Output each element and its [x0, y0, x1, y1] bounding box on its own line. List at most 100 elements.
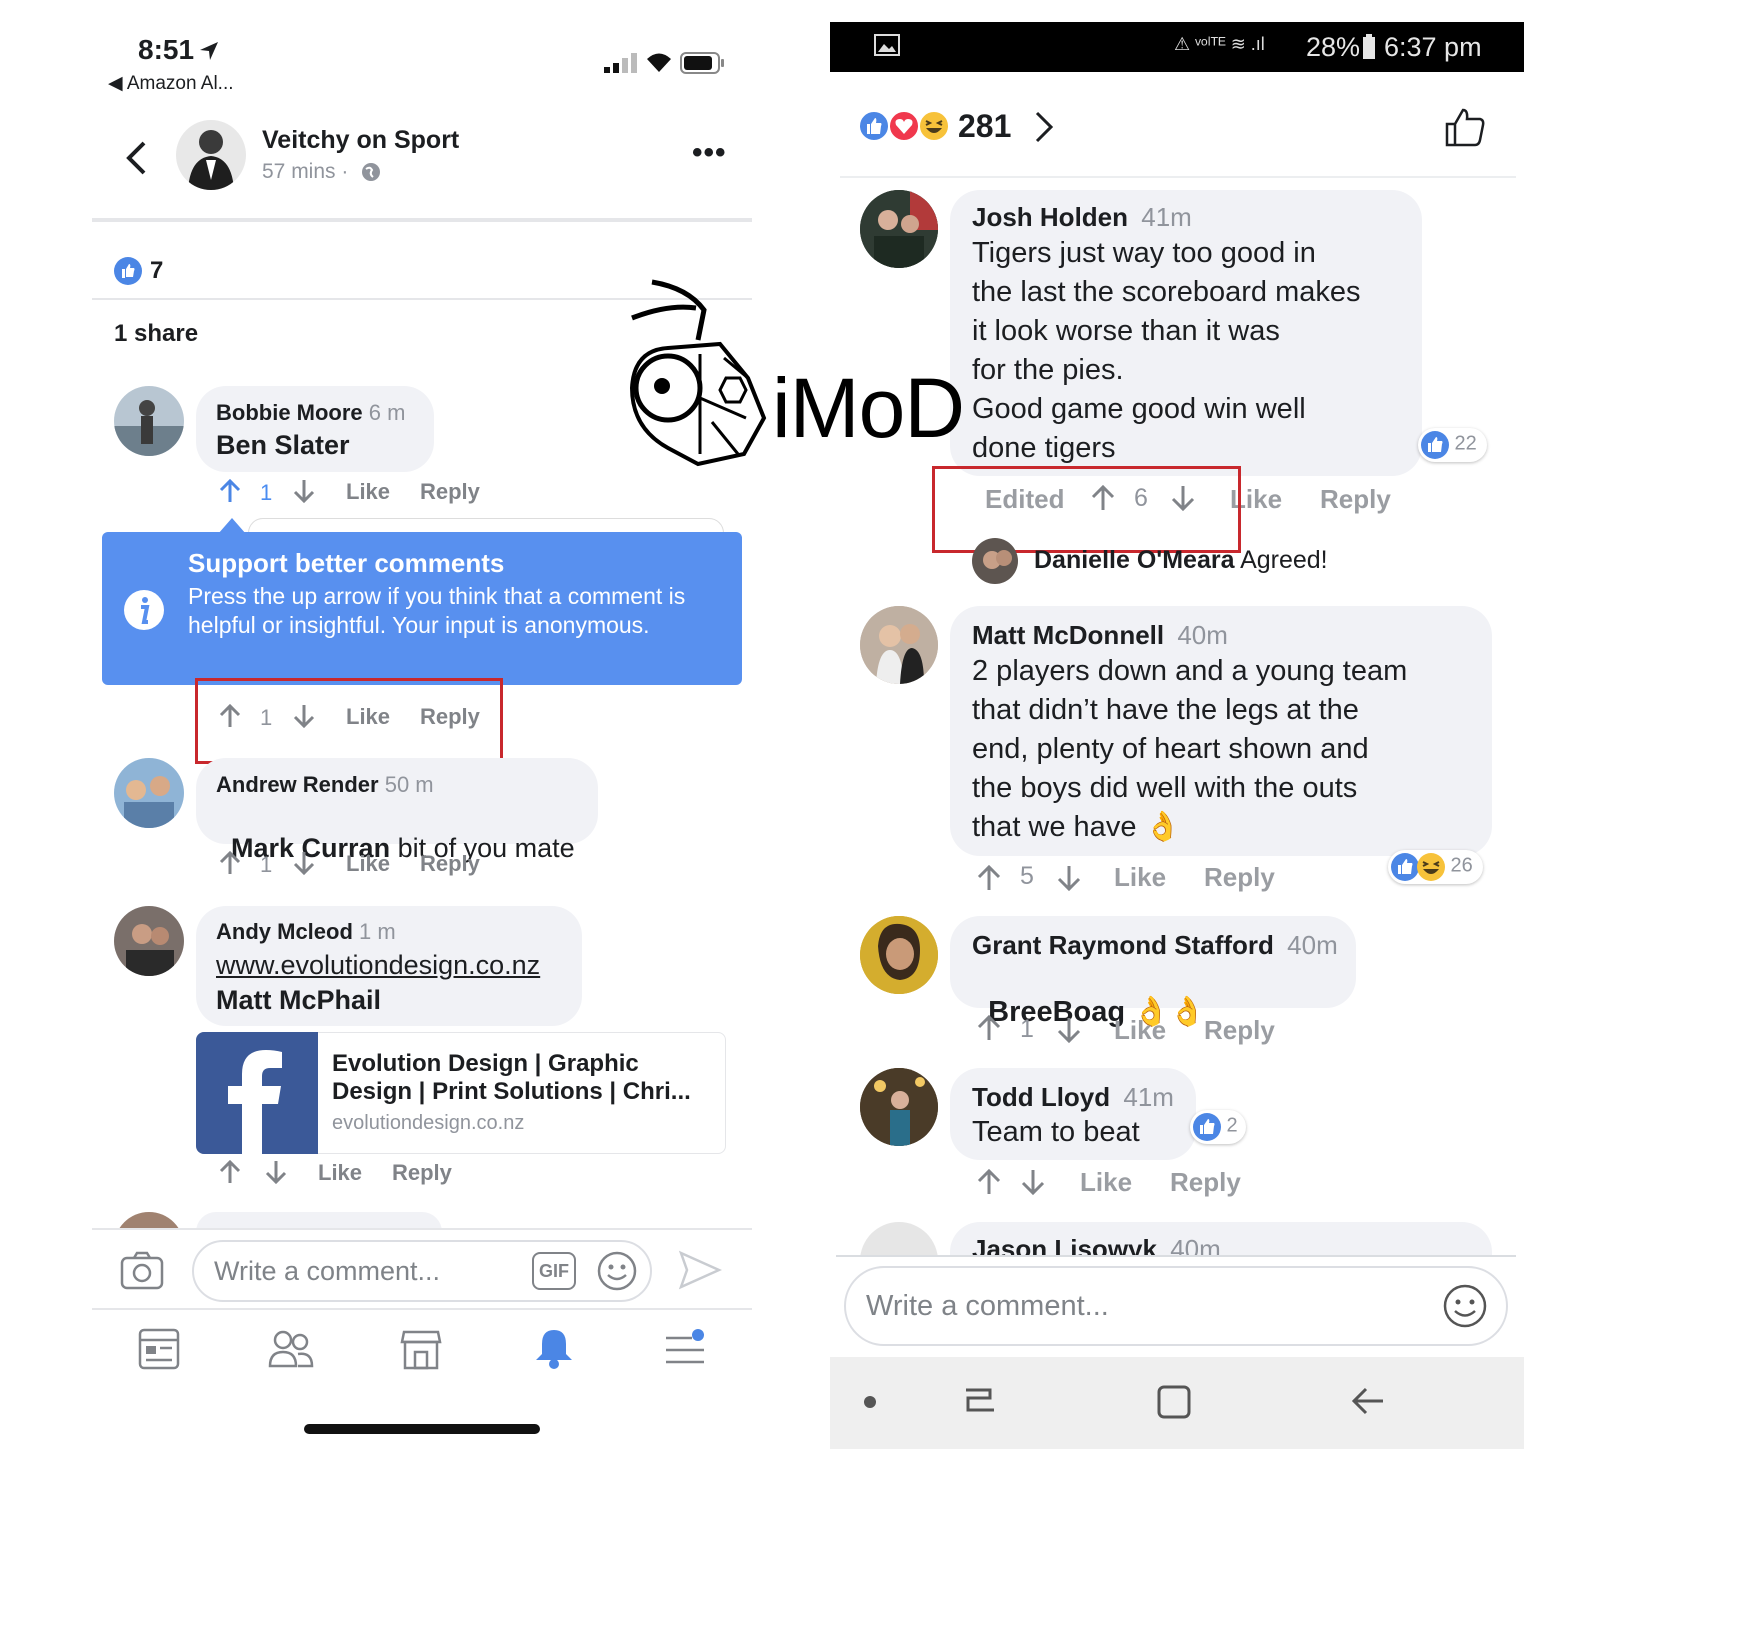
comment-placeholder: Write a comment...	[866, 1290, 1109, 1322]
comment-time: 40m	[1177, 620, 1228, 650]
comment-time: 41m	[1123, 1082, 1174, 1112]
like-action[interactable]: Like	[1114, 1015, 1166, 1046]
commenter-name[interactable]: Grant Raymond Stafford 40m	[972, 930, 1338, 961]
commenter-avatar[interactable]	[114, 386, 184, 456]
like-action[interactable]: Like	[318, 1160, 362, 1186]
reply-action[interactable]: Reply	[420, 851, 480, 877]
reply-action[interactable]: Reply	[1204, 1015, 1275, 1046]
watermark-text: iMoD	[772, 361, 965, 455]
commenter-name[interactable]: Bobbie Moore 6 m	[216, 400, 405, 426]
back-chevron-icon[interactable]	[124, 140, 148, 176]
like-reaction-icon	[1420, 430, 1450, 460]
commenter-avatar[interactable]	[860, 190, 938, 268]
upvote-icon[interactable]	[976, 864, 1002, 892]
upvote-icon[interactable]	[218, 1159, 242, 1185]
upvote-icon[interactable]	[218, 850, 242, 876]
tooltip-body: Press the up arrow if you think that a c…	[188, 583, 686, 638]
page-name[interactable]: Veitchy on Sport	[262, 126, 459, 155]
notifications-tab-icon[interactable]	[532, 1326, 576, 1370]
comment-time: 40m	[1170, 1234, 1221, 1256]
reply-action[interactable]: Reply	[1170, 1167, 1241, 1198]
info-icon	[122, 588, 166, 632]
commenter-name[interactable]: Andrew Render 50 m	[216, 772, 434, 798]
post-meta: 57 mins ·	[262, 160, 348, 184]
reaction-count: 2	[1226, 1114, 1238, 1137]
downvote-icon[interactable]	[1020, 1168, 1046, 1196]
reply-action[interactable]: Reply	[392, 1160, 452, 1186]
page-avatar[interactable]	[176, 120, 246, 190]
nav-dot-icon[interactable]	[864, 1396, 876, 1408]
camera-icon[interactable]	[120, 1250, 164, 1290]
like-action[interactable]: Like	[346, 851, 390, 877]
commenter-name[interactable]: Todd Lloyd 41m	[972, 1082, 1174, 1113]
chevron-right-icon[interactable]	[1034, 110, 1054, 144]
reply-avatar[interactable]	[972, 538, 1018, 584]
reaction-summary[interactable]: 26	[1388, 850, 1483, 884]
reply-action[interactable]: Reply	[1320, 484, 1391, 515]
facebook-logo-icon	[196, 1032, 318, 1154]
news-feed-tab-icon[interactable]	[138, 1328, 180, 1370]
upvote-icon[interactable]	[976, 1014, 1002, 1042]
reactions-total[interactable]: 281	[958, 108, 1011, 145]
commenter-name[interactable]: Matt McDonnell 40m	[972, 620, 1228, 651]
battery-percent: 28%	[1306, 32, 1361, 62]
upvote-icon[interactable]	[218, 478, 242, 504]
vote-count: 1	[260, 480, 273, 505]
downvote-icon[interactable]	[264, 1159, 288, 1185]
like-action[interactable]: Like	[1080, 1167, 1132, 1198]
vote-count: 1	[260, 852, 273, 877]
comment-time: 1 m	[359, 919, 396, 944]
menu-tab-icon[interactable]	[664, 1328, 706, 1370]
commenter-name[interactable]: Andy Mcleod 1 m	[216, 919, 396, 945]
share-count[interactable]: 1 share	[114, 320, 198, 348]
composer-divider	[836, 1255, 1516, 1257]
comment-mention[interactable]: Matt McPhail	[216, 985, 381, 1016]
reaction-summary[interactable]: 22	[1418, 428, 1487, 462]
downvote-icon[interactable]	[292, 478, 316, 504]
emoji-icon[interactable]	[1442, 1283, 1488, 1329]
home-icon[interactable]	[1156, 1384, 1192, 1420]
friends-tab-icon[interactable]	[268, 1328, 314, 1370]
commenter-avatar[interactable]	[114, 906, 184, 976]
back-to-app-link[interactable]: ◀ Amazon Al...	[108, 72, 234, 95]
header-divider	[92, 218, 752, 222]
reaction-count: 22	[1454, 432, 1477, 455]
commenter-avatar[interactable]	[860, 916, 938, 994]
gif-button[interactable]: GIF	[532, 1252, 576, 1290]
marketplace-tab-icon[interactable]	[400, 1328, 442, 1370]
reaction-summary[interactable]: 2	[1190, 1110, 1246, 1144]
reply-preview[interactable]: Danielle O'Meara Agreed!	[1034, 546, 1328, 575]
love-reaction-icon	[888, 110, 920, 142]
comment-mention[interactable]: Ben Slater	[216, 430, 350, 461]
more-options-icon[interactable]: •••	[692, 136, 727, 170]
thumbs-up-icon[interactable]	[1444, 106, 1486, 148]
reactions-count[interactable]: 7	[150, 257, 163, 285]
status-icons: ⚠ ᵛᵒˡᵀᴱ ≋ .ıl	[1174, 34, 1265, 54]
comment-time: 50 m	[384, 772, 434, 797]
emoji-icon[interactable]	[596, 1250, 638, 1292]
comment-link[interactable]: www.evolutiondesign.co.nz	[216, 950, 540, 981]
comment-time: 41m	[1141, 202, 1192, 232]
commenter-avatar[interactable]	[860, 606, 938, 684]
like-action[interactable]: Like	[1114, 862, 1166, 893]
downvote-icon[interactable]	[1056, 864, 1082, 892]
link-card-title: Evolution Design | Graphic Design | Prin…	[332, 1050, 691, 1105]
vote-count: 1	[1020, 1015, 1034, 1043]
commenter-name[interactable]: Jason Lisowyk 40m	[972, 1234, 1221, 1256]
commenter-avatar[interactable]	[860, 1068, 938, 1146]
upvote-icon[interactable]	[976, 1168, 1002, 1196]
android-time: 6:37 pm	[1384, 32, 1482, 62]
reply-action[interactable]: Reply	[1204, 862, 1275, 893]
downvote-icon[interactable]	[1056, 1016, 1082, 1044]
like-action[interactable]: Like	[346, 479, 390, 505]
commenter-name[interactable]: Josh Holden 41m	[972, 202, 1192, 233]
reply-action[interactable]: Reply	[420, 479, 480, 505]
commenter-avatar[interactable]	[114, 758, 184, 828]
like-reaction-icon	[858, 110, 890, 142]
downvote-icon[interactable]	[292, 850, 316, 876]
send-icon[interactable]	[678, 1250, 722, 1290]
recents-icon[interactable]	[962, 1384, 998, 1418]
back-arrow-icon[interactable]	[1350, 1384, 1386, 1418]
support-tooltip[interactable]: Support better comments Press the up arr…	[102, 532, 742, 685]
commenter-avatar[interactable]	[860, 1222, 938, 1256]
